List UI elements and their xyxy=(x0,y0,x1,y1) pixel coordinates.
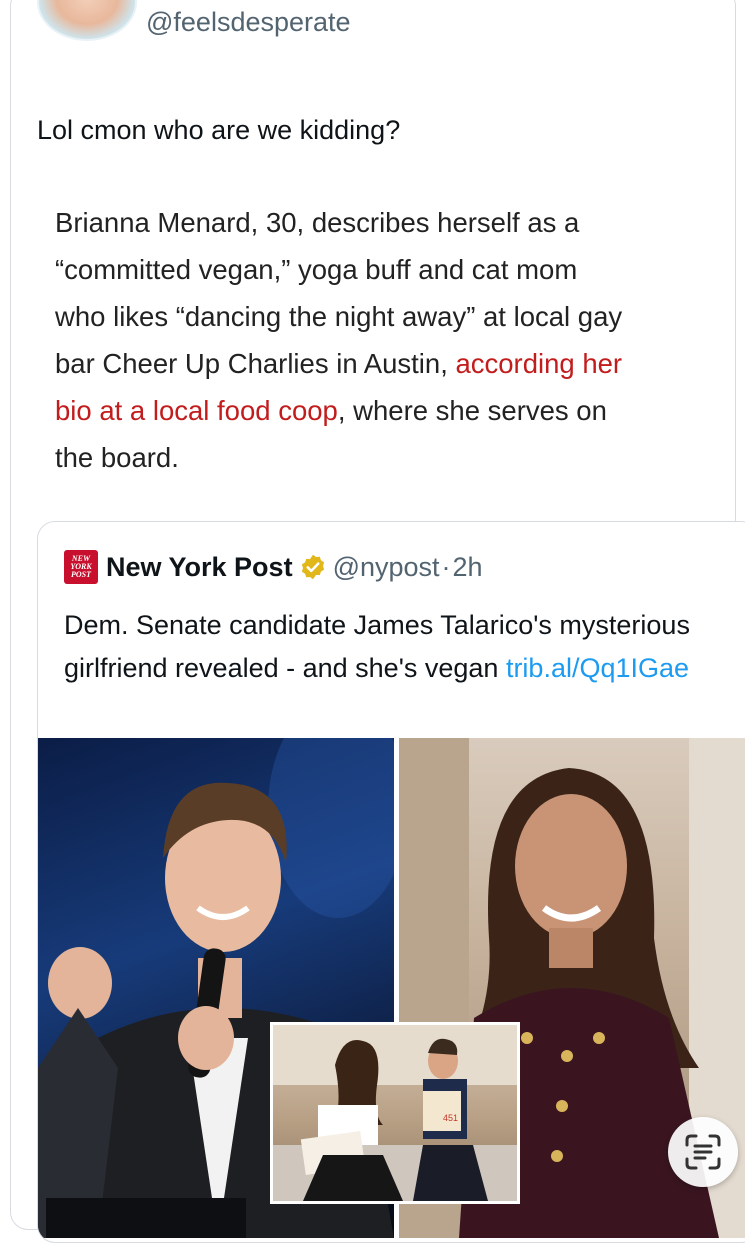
verified-badge-icon xyxy=(301,554,324,580)
article-line-6: the board. xyxy=(55,442,179,473)
quoted-tweet-name[interactable]: New York Post xyxy=(106,552,293,583)
scan-text-icon xyxy=(685,1134,721,1170)
tweet-text: Lol cmon who are we kidding? xyxy=(37,115,401,145)
inset-photo-reading[interactable]: 451 xyxy=(270,1022,520,1204)
separator: · xyxy=(441,551,451,582)
quoted-tweet[interactable]: NEW YORK POST New York Post @nypost · 2h… xyxy=(37,521,745,1243)
quoted-tweet-handle[interactable]: @nypost xyxy=(333,552,440,583)
article-link-text: according her xyxy=(455,348,623,379)
article-line-1: Brianna Menard, 30, describes herself as… xyxy=(55,207,580,238)
article-line-2: “committed vegan,” yoga buff and cat mom xyxy=(55,254,578,285)
inset-reading-illustration: 451 xyxy=(273,1025,517,1201)
article-line-4: bar Cheer Up Charlies in Austin, accordi… xyxy=(55,348,623,379)
quoted-tweet-link[interactable]: trib.al/Qq1IGae xyxy=(506,653,689,683)
article-link-text: bio at a local food coop xyxy=(55,395,338,426)
tweet-handle[interactable]: @feelsdesperate xyxy=(146,7,351,38)
quoted-tweet-header: NEW YORK POST New York Post @nypost · 2h xyxy=(64,550,483,584)
tweet-card[interactable]: @feelsdesperate Lol cmon who are we kidd… xyxy=(10,0,745,1243)
article-line-3: who likes “dancing the night away” at lo… xyxy=(55,301,623,332)
scan-text-button[interactable] xyxy=(668,1117,738,1187)
quoted-tweet-text: Dem. Senate candidate James Talarico's m… xyxy=(64,610,690,683)
nypost-logo-icon[interactable]: NEW YORK POST xyxy=(64,550,98,584)
article-line-5: bio at a local food coop, where she serv… xyxy=(55,395,607,426)
quoted-tweet-time[interactable]: 2h xyxy=(453,552,483,583)
avatar[interactable] xyxy=(37,0,137,41)
inset-book-number: 451 xyxy=(443,1113,458,1123)
article-screenshot-text: Brianna Menard, 30, describes herself as… xyxy=(55,199,735,481)
